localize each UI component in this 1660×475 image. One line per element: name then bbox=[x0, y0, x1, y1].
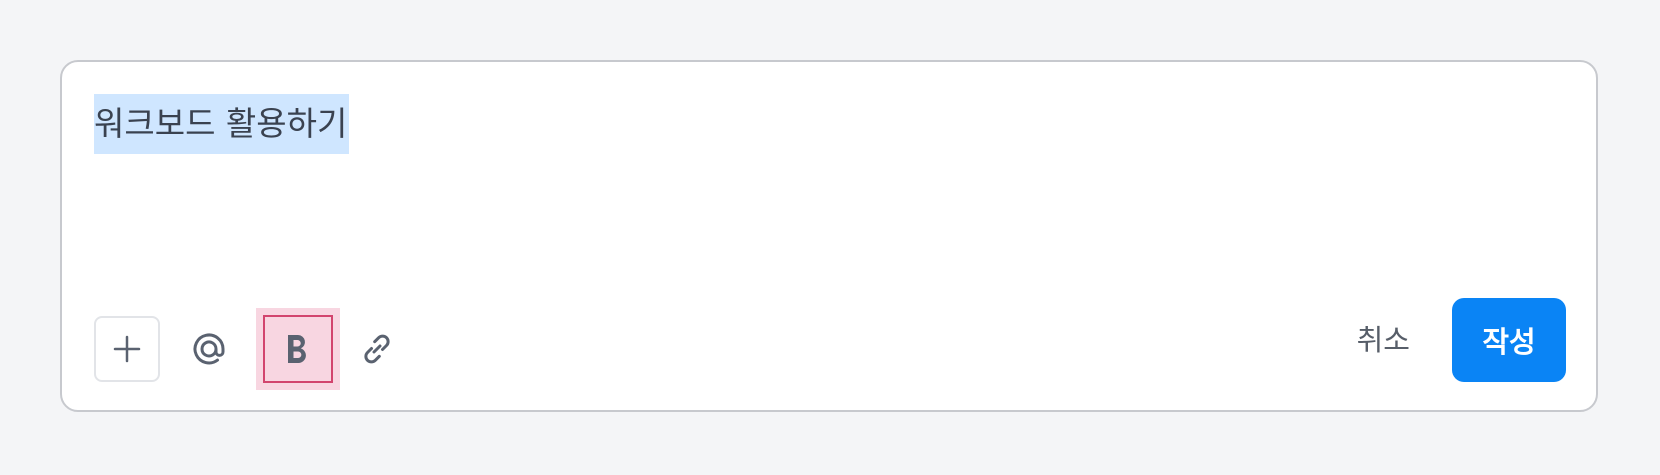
at-icon bbox=[193, 333, 225, 365]
cancel-button[interactable]: 취소 bbox=[1337, 298, 1430, 382]
link-icon bbox=[364, 334, 390, 364]
bold-button-focus-ring bbox=[263, 315, 333, 383]
formatting-toolbar bbox=[94, 308, 410, 390]
submit-button[interactable]: 작성 bbox=[1452, 298, 1566, 382]
plus-icon bbox=[113, 335, 141, 363]
link-button[interactable] bbox=[344, 316, 410, 382]
text-area[interactable]: 워크보드 활용하기 bbox=[94, 94, 1564, 294]
mention-button[interactable] bbox=[176, 316, 242, 382]
add-button[interactable] bbox=[94, 316, 160, 382]
selected-text[interactable]: 워크보드 활용하기 bbox=[94, 94, 350, 154]
comment-editor: 워크보드 활용하기 취소 작성 bbox=[60, 60, 1598, 412]
bold-button[interactable] bbox=[256, 308, 340, 390]
bold-icon bbox=[288, 335, 306, 363]
editor-actions: 취소 작성 bbox=[1337, 298, 1566, 382]
